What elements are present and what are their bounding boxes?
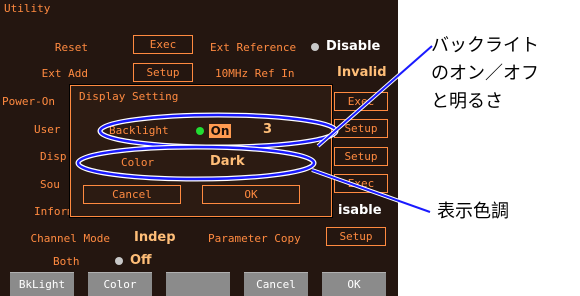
backlight-callout-ellipse <box>98 113 338 149</box>
backlight-callout-line <box>317 45 433 147</box>
color-callout-line <box>311 169 431 213</box>
color-callout-ellipse <box>76 145 316 181</box>
backlight-annotation-line2: のオン／オフ <box>431 63 539 84</box>
backlight-annotation-line1: バックライト <box>431 35 539 56</box>
color-tone-annotation: 表示色調 <box>437 201 509 222</box>
backlight-annotation-line3: と明るさ <box>431 91 503 112</box>
